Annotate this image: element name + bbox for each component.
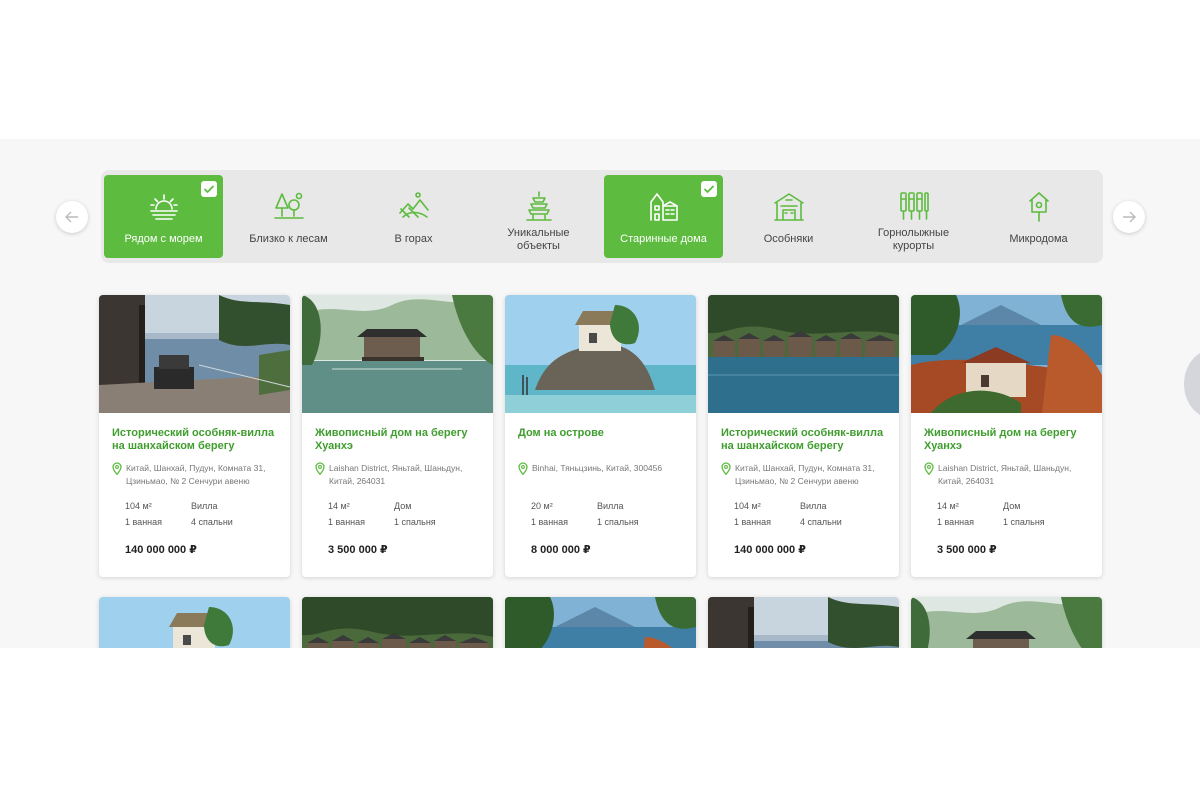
listing-address: Китай, Шанхай, Пудун, Комната 31, Цзиньм… [112,462,282,488]
listing-title[interactable]: Живописный дом на берегу Хуанхэ [924,427,1092,453]
location-pin-icon [924,462,934,475]
listing-card[interactable] [302,597,493,648]
category-filter-bar: Рядом с морем Близко к лесам В горах Уникал… [101,170,1103,263]
checkbox-checked-icon[interactable] [201,181,217,197]
category-label: Рядом с морем [124,233,203,245]
spec-area: 14 м² [937,501,959,511]
location-pin-icon [518,462,528,475]
category-5[interactable]: Старинные дома [604,175,723,258]
arrow-right-icon [1123,211,1136,223]
listing-card[interactable]: Исторический особняк-вилла на шанхайском… [708,295,899,577]
spec-area: 104 м² [125,501,152,511]
category-4[interactable]: Уникальные объекты [479,175,598,258]
category-label: Близко к лесам [249,233,328,245]
listing-photo[interactable] [911,295,1102,413]
location-pin-icon [721,462,731,475]
listing-card[interactable]: Исторический особняк-вилла на шанхайском… [99,295,290,577]
listing-photo[interactable] [505,597,696,648]
category-label: Особняки [763,233,814,245]
category-label: В горах [394,233,433,245]
spec-beds: 1 спальня [394,517,436,527]
listing-photo[interactable] [505,295,696,413]
listing-address: Laishan District, Яньтай, Шаньдун, Китай… [924,462,1094,488]
listing-title[interactable]: Исторический особняк-вилла на шанхайском… [721,427,889,453]
checkbox-checked-icon[interactable] [701,181,717,197]
category-1[interactable]: Рядом с морем [104,175,223,258]
listing-address: Laishan District, Яньтай, Шаньдун, Китай… [315,462,485,488]
ski-icon [897,189,931,223]
spec-beds: 1 спальня [597,517,639,527]
category-7[interactable]: Горнолыжные курорты [854,175,973,258]
address-text: Laishan District, Яньтай, Шаньдун, Китай… [938,463,1072,486]
listing-title[interactable]: Дом на острове [518,427,686,440]
listing-card[interactable] [708,597,899,648]
listing-card[interactable] [99,597,290,648]
location-pin-icon [315,462,325,475]
spec-type: Дом [1003,501,1021,511]
carousel-prev-button[interactable] [56,201,88,233]
spec-beds: 4 спальни [191,517,233,527]
listing-price: 140 000 000 ₽ [734,544,806,556]
listing-card[interactable] [911,597,1102,648]
address-text: Китай, Шанхай, Пудун, Комната 31, Цзиньм… [735,463,875,486]
listing-price: 140 000 000 ₽ [125,544,197,556]
spec-type: Дом [394,501,412,511]
spec-area: 104 м² [734,501,761,511]
spec-baths: 1 ванная [734,517,772,527]
arrow-left-icon [65,211,78,223]
location-pin-icon [112,462,122,475]
spec-baths: 1 ванная [125,517,163,527]
birdhouse-icon [1022,189,1056,223]
category-label: Старинные дома [620,233,707,245]
listing-address: Китай, Шанхай, Пудун, Комната 31, Цзиньм… [721,462,891,488]
listing-card[interactable] [505,597,696,648]
listing-card[interactable]: Живописный дом на берегу Хуанхэ Laishan D… [911,295,1102,577]
address-text: Китай, Шанхай, Пудун, Комната 31, Цзиньм… [126,463,266,486]
category-3[interactable]: В горах [354,175,473,258]
spec-beds: 1 спальня [1003,517,1045,527]
address-text: Laishan District, Яньтай, Шаньдун, Китай… [329,463,463,486]
category-label: Горнолыжные курорты [877,227,950,252]
listing-price: 3 500 000 ₽ [937,544,997,556]
category-6[interactable]: Особняки [729,175,848,258]
listing-title[interactable]: Исторический особняк-вилла на шанхайском… [112,427,280,453]
listing-address: Binhai, Тяньцзинь, Китай, 300456 [518,462,688,475]
spec-baths: 1 ванная [531,517,569,527]
listing-title[interactable]: Живописный дом на берегу Хуанхэ [315,427,483,453]
listing-photo[interactable] [302,597,493,648]
category-label: Микродома [1009,233,1068,245]
listing-card[interactable]: Дом на острове Binhai, Тяньцзинь, Китай, … [505,295,696,577]
category-8[interactable]: Микродома [979,175,1098,258]
listing-photo[interactable] [302,295,493,413]
spec-type: Вилла [800,501,827,511]
listing-price: 3 500 000 ₽ [328,544,388,556]
mansion-icon [772,189,806,223]
category-label: Уникальные объекты [507,227,570,252]
spec-type: Вилла [597,501,624,511]
listings-section: Рядом с морем Близко к лесам В горах Уникал… [0,139,1200,648]
carousel-next-button[interactable] [1113,201,1145,233]
listing-photo[interactable] [99,295,290,413]
mountains-icon [397,189,431,223]
old-house-icon [647,189,681,223]
spec-baths: 1 ванная [328,517,366,527]
listing-photo[interactable] [708,597,899,648]
side-scroll-handle[interactable] [1184,349,1200,419]
address-text: Binhai, Тяньцзинь, Китай, 300456 [532,463,663,473]
spec-type: Вилла [191,501,218,511]
listing-photo[interactable] [708,295,899,413]
pagoda-icon [522,189,556,223]
listing-price: 8 000 000 ₽ [531,544,591,556]
category-2[interactable]: Близко к лесам [229,175,348,258]
listing-photo[interactable] [911,597,1102,648]
spec-baths: 1 ванная [937,517,975,527]
listing-card[interactable]: Живописный дом на берегу Хуанхэ Laishan D… [302,295,493,577]
spec-beds: 4 спальни [800,517,842,527]
forest-icon [272,189,306,223]
sea-sunset-icon [147,189,181,223]
listing-photo[interactable] [99,597,290,648]
spec-area: 14 м² [328,501,350,511]
spec-area: 20 м² [531,501,553,511]
